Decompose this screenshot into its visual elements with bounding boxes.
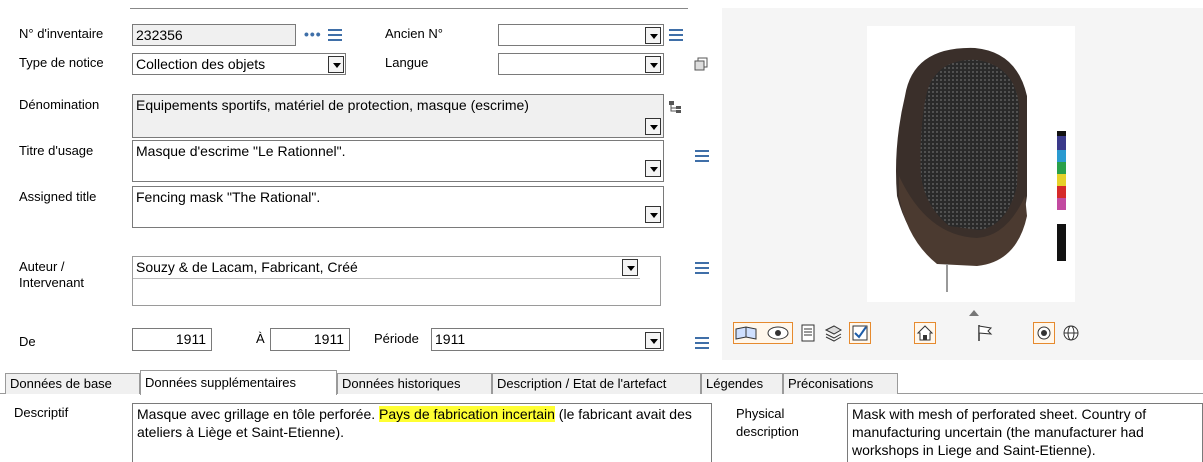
top-separator <box>130 8 688 9</box>
assigned-title-field[interactable]: Fencing mask "The Rational". <box>132 186 664 228</box>
titre-usage-field[interactable]: Masque d'escrime "Le Rationnel". <box>132 140 664 182</box>
periode-label: Période <box>374 331 419 346</box>
tab-donnees-historiques[interactable]: Données historiques <box>337 373 492 394</box>
periode-field[interactable]: 1911 <box>431 328 664 351</box>
list-menu-icon[interactable] <box>328 29 342 41</box>
ancien-number-field[interactable] <box>498 24 664 46</box>
date-from-field[interactable]: 1911 <box>132 328 212 351</box>
a-label: À <box>256 331 265 346</box>
inventory-number-label: N° d'inventaire <box>19 26 104 41</box>
record-icon[interactable] <box>1033 322 1055 344</box>
list-menu-icon[interactable] <box>695 150 709 162</box>
auteur-list: Souzy & de Lacam, Fabricant, Créé <box>132 256 661 306</box>
denomination-field[interactable]: Equipements sportifs, matériel de protec… <box>132 94 664 138</box>
tab-bar: Données de base Données supplémentaires … <box>0 370 1203 395</box>
denomination-dropdown-button[interactable] <box>645 118 661 135</box>
type-notice-select[interactable]: Collection des objets <box>132 53 346 75</box>
auteur-label: Auteur / Intervenant <box>19 259 85 290</box>
auteur-dropdown-button[interactable] <box>622 259 638 276</box>
ancien-dropdown-button[interactable] <box>645 27 661 44</box>
langue-select[interactable] <box>498 53 664 75</box>
flag-icon[interactable] <box>974 322 996 344</box>
list-menu-icon[interactable] <box>695 262 709 274</box>
tab-donnees-supplementaires[interactable]: Données supplémentaires <box>140 370 337 395</box>
auteur-entry[interactable]: Souzy & de Lacam, Fabricant, Créé <box>133 257 640 279</box>
ancien-number-label: Ancien N° <box>385 26 443 41</box>
periode-dropdown-button[interactable] <box>645 332 661 349</box>
descriptif-text-start: Masque avec grillage en tôle perforée. <box>137 406 380 422</box>
assigned-title-dropdown-button[interactable] <box>645 206 661 223</box>
assigned-title-label: Assigned title <box>19 189 97 204</box>
document-icon[interactable] <box>797 322 819 344</box>
titre-usage-dropdown-button[interactable] <box>645 160 661 177</box>
copy-icon[interactable] <box>694 57 708 71</box>
descriptif-label: Descriptif <box>14 405 69 420</box>
langue-dropdown-button[interactable] <box>645 56 661 73</box>
langue-label: Langue <box>385 55 429 70</box>
tab-legendes[interactable]: Légendes <box>701 373 783 394</box>
physical-description-label: Physical description <box>736 406 799 439</box>
tab-preconisations[interactable]: Préconisations <box>783 373 898 394</box>
date-to-field[interactable]: 1911 <box>270 328 350 351</box>
checkbox-icon[interactable] <box>849 322 871 344</box>
globe-icon[interactable] <box>1060 322 1082 344</box>
denomination-label: Dénomination <box>19 97 100 112</box>
hierarchy-icon[interactable] <box>668 100 682 114</box>
home-icon[interactable] <box>914 322 936 344</box>
list-menu-icon[interactable] <box>669 29 683 41</box>
expand-up-icon[interactable] <box>969 304 979 316</box>
de-label: De <box>19 334 36 349</box>
object-photo[interactable] <box>867 26 1075 302</box>
titre-usage-label: Titre d'usage <box>19 143 94 158</box>
type-notice-dropdown-button[interactable] <box>328 56 344 73</box>
inventory-number-field[interactable]: 232356 <box>132 24 296 46</box>
descriptif-textarea[interactable]: Masque avec grillage en tôle perforée. P… <box>132 403 712 462</box>
more-dots-icon[interactable]: ••• <box>304 27 322 41</box>
highlighted-text: Pays de fabrication incertain <box>379 406 555 422</box>
tab-donnees-de-base[interactable]: Données de base <box>5 373 140 394</box>
physical-description-textarea[interactable]: Mask with mesh of perforated sheet. Coun… <box>847 403 1203 462</box>
book-icon[interactable] <box>733 322 793 344</box>
type-notice-label: Type de notice <box>19 55 104 70</box>
list-menu-icon[interactable] <box>695 337 709 349</box>
tab-description-etat[interactable]: Description / Etat de l'artefact <box>492 373 701 394</box>
stack-icon[interactable] <box>822 322 844 344</box>
